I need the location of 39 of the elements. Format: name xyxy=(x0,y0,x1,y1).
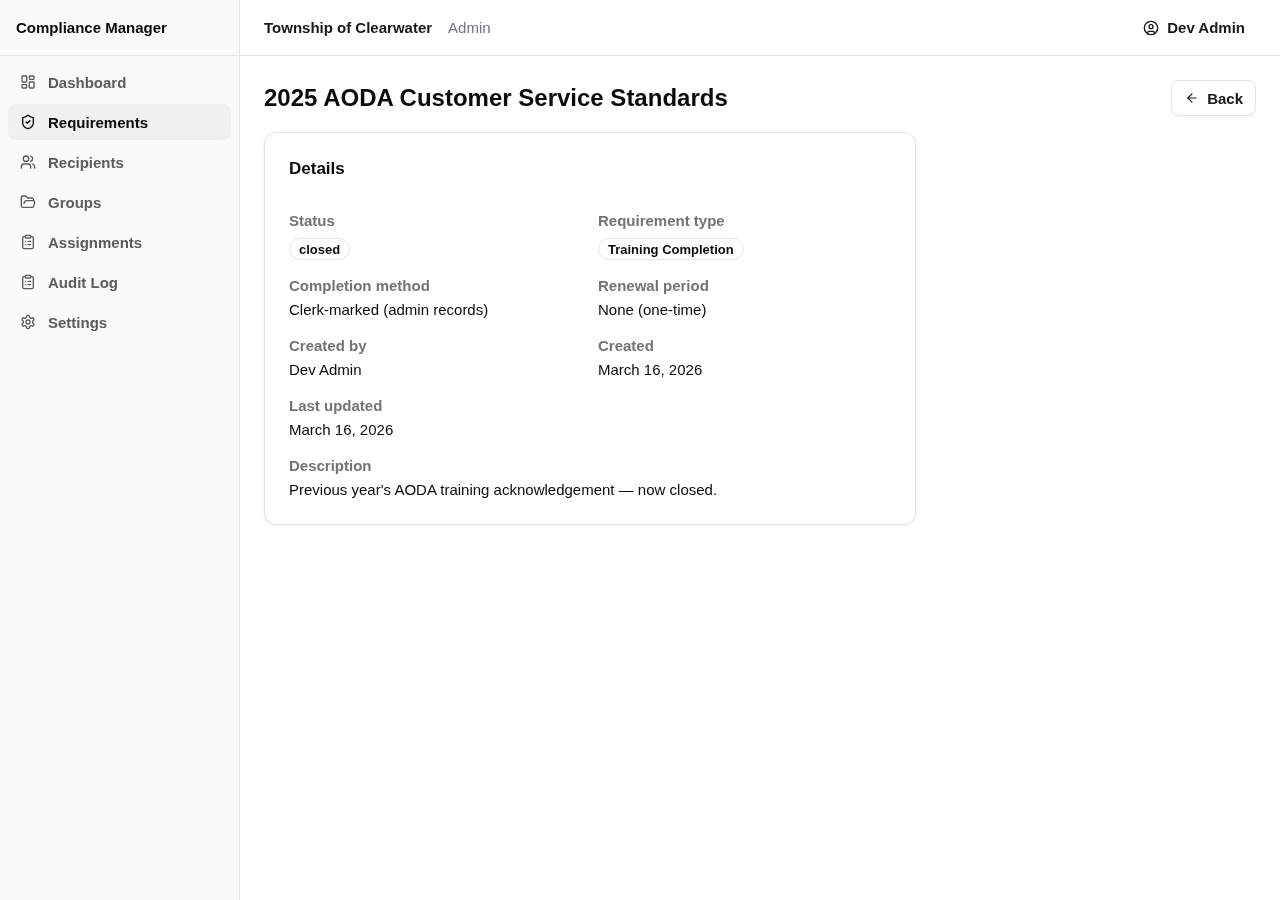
sidebar-item[interactable]: Requirements xyxy=(8,104,231,140)
field-value: Previous year's AODA training acknowledgement — now closed. xyxy=(289,480,718,500)
value-badge: Training Completion xyxy=(598,238,744,260)
field-label: Description xyxy=(289,456,372,476)
sidebar-item[interactable]: Groups xyxy=(8,184,231,220)
sidebar-item[interactable]: Dashboard xyxy=(8,64,231,100)
app-title: Compliance Manager xyxy=(16,19,167,36)
organization-name: Township of Clearwater xyxy=(264,19,433,36)
sidebar-item[interactable]: Audit Log xyxy=(8,264,231,300)
user-circle-icon xyxy=(1143,19,1160,36)
users-icon xyxy=(20,154,36,170)
field-label: Created by xyxy=(289,336,367,356)
folder-icon xyxy=(20,194,36,210)
shield-check-icon xyxy=(20,114,36,130)
field-label: Status xyxy=(289,211,335,231)
field-value: March 16, 2026 xyxy=(289,420,394,440)
field-value: Clerk-marked (admin records) xyxy=(289,300,489,320)
user-menu[interactable]: Dev Admin xyxy=(1132,13,1256,42)
page-title: 2025 AODA Customer Service Standards xyxy=(264,83,728,113)
value-badge: closed xyxy=(289,238,351,260)
back-button[interactable]: Back xyxy=(1171,80,1256,116)
settings-icon xyxy=(20,314,36,330)
field-label: Requirement type xyxy=(598,211,725,231)
field-value: None (one-time) xyxy=(598,300,707,320)
card-title: Details xyxy=(289,158,346,180)
field-value: March 16, 2026 xyxy=(598,360,703,380)
field-value: Dev Admin xyxy=(289,360,362,380)
field-label: Renewal period xyxy=(598,276,709,296)
clipboard-list-icon xyxy=(20,274,36,290)
sidebar-item[interactable]: Assignments xyxy=(8,224,231,260)
sidebar-item[interactable]: Recipients xyxy=(8,144,231,180)
field-label: Completion method xyxy=(289,276,430,296)
clipboard-list-icon xyxy=(20,234,36,250)
arrow-left-icon xyxy=(1185,91,1200,105)
field-label: Last updated xyxy=(289,396,383,416)
role-label: Admin xyxy=(448,19,491,36)
field-label: Created xyxy=(598,336,654,356)
grid-icon xyxy=(20,74,36,90)
sidebar-item[interactable]: Settings xyxy=(8,304,231,340)
